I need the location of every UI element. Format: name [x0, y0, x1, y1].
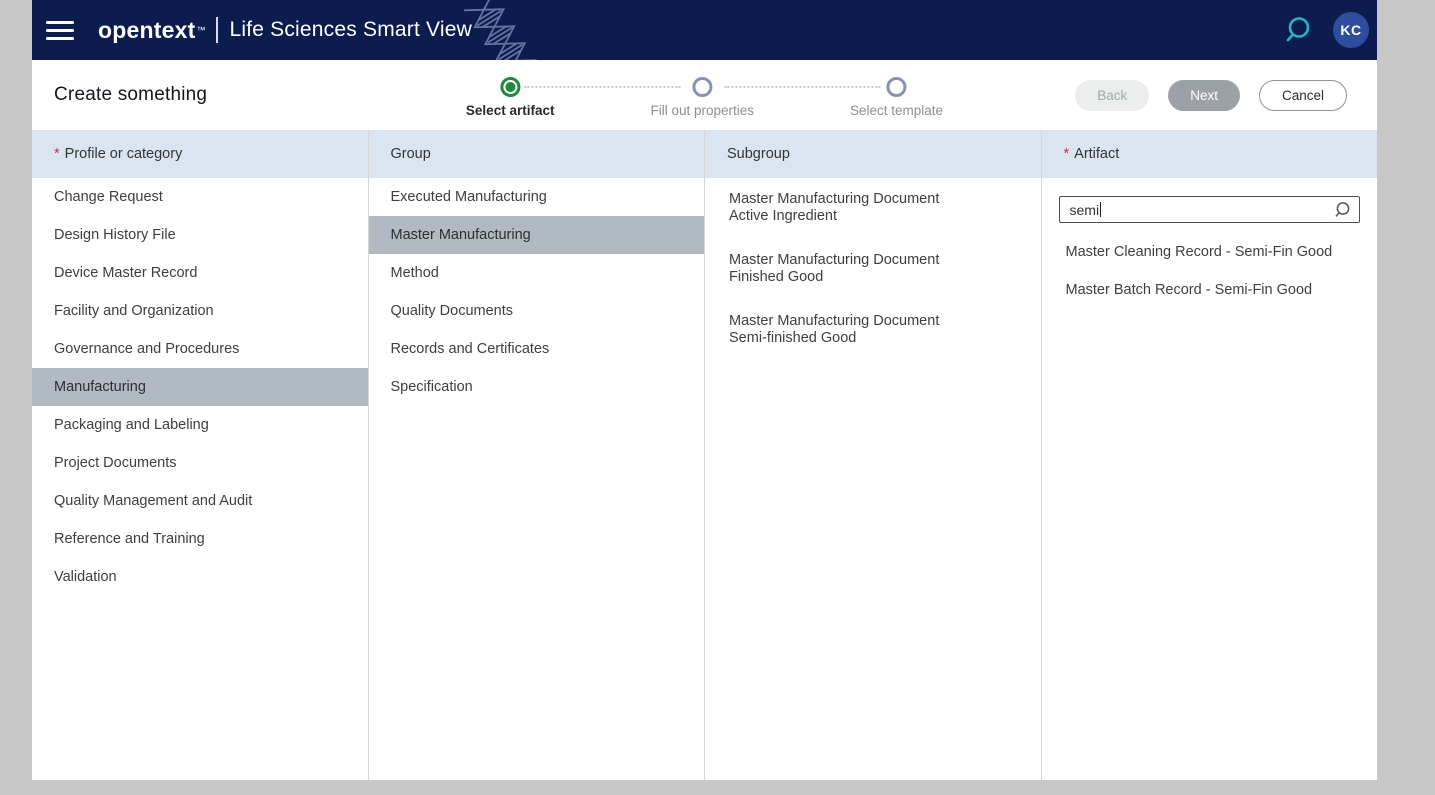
selection-columns: * Profile or category Change RequestDesi… — [32, 130, 1377, 780]
group-item[interactable]: Method — [369, 254, 705, 292]
logo-divider — [216, 17, 218, 43]
column-header-profile: * Profile or category — [32, 130, 368, 178]
group-item[interactable]: Executed Manufacturing — [369, 178, 705, 216]
column-group: Group Executed ManufacturingMaster Manuf… — [369, 130, 706, 780]
subgroup-item[interactable]: Master Manufacturing Document Semi-finis… — [705, 300, 965, 361]
page-background: opentext™ Life Sciences Smart View — [0, 0, 1435, 795]
profile-category-item[interactable]: Governance and Procedures — [32, 330, 368, 368]
menu-bar — [46, 37, 74, 40]
group-item[interactable]: Specification — [369, 368, 705, 406]
required-asterisk: * — [1064, 146, 1070, 162]
step-select-template: Select template — [850, 77, 943, 118]
profile-category-item[interactable]: Quality Management and Audit — [32, 482, 368, 520]
subgroup-item[interactable]: Master Manufacturing Document Active Ing… — [705, 178, 965, 239]
group-item[interactable]: Quality Documents — [369, 292, 705, 330]
step-label: Select template — [850, 103, 943, 118]
topbar-right: KC — [1281, 0, 1369, 60]
artifact-result-item[interactable]: Master Batch Record - Semi-Fin Good — [1059, 271, 1361, 309]
column-header-label: Group — [391, 146, 431, 162]
profile-category-item[interactable]: Change Request — [32, 178, 368, 216]
wizard-header: Create something Select artifact Fill ou… — [32, 60, 1377, 130]
step-circle-icon — [692, 77, 712, 97]
column-profile-or-category: * Profile or category Change RequestDesi… — [32, 130, 369, 780]
group-item[interactable]: Records and Certificates — [369, 330, 705, 368]
artifact-result-item[interactable]: Master Cleaning Record - Semi-Fin Good — [1059, 233, 1361, 271]
column-header-label: Subgroup — [727, 146, 790, 162]
menu-bar — [46, 21, 74, 24]
profile-category-item[interactable]: Reference and Training — [32, 520, 368, 558]
column-artifact: * Artifact semi Master Cl — [1042, 130, 1378, 780]
app-title: Life Sciences Smart View — [229, 18, 472, 42]
column-header-subgroup: Subgroup — [705, 130, 1041, 178]
step-circle-icon — [887, 77, 907, 97]
cancel-button[interactable]: Cancel — [1259, 80, 1347, 111]
subgroup-list: Master Manufacturing Document Active Ing… — [705, 178, 1041, 780]
artifact-search-input[interactable]: semi — [1059, 196, 1361, 223]
brand-name: opentext — [98, 17, 195, 44]
step-fill-out-properties: Fill out properties — [650, 77, 754, 118]
text-caret — [1100, 202, 1101, 217]
avatar[interactable]: KC — [1333, 12, 1369, 48]
artifact-search-value: semi — [1070, 202, 1100, 218]
group-item[interactable]: Master Manufacturing — [369, 216, 705, 254]
profile-category-item[interactable]: Packaging and Labeling — [32, 406, 368, 444]
profile-category-item[interactable]: Project Documents — [32, 444, 368, 482]
column-header-group: Group — [369, 130, 705, 178]
profile-category-item[interactable]: Device Master Record — [32, 254, 368, 292]
column-subgroup: Subgroup Master Manufacturing Document A… — [705, 130, 1042, 780]
artifact-results-list: Master Cleaning Record - Semi-Fin GoodMa… — [1059, 233, 1361, 309]
next-button[interactable]: Next — [1168, 80, 1240, 111]
back-button[interactable]: Back — [1075, 80, 1149, 111]
search-field-icon — [1334, 200, 1353, 219]
required-asterisk: * — [54, 146, 60, 162]
topbar: opentext™ Life Sciences Smart View — [32, 0, 1377, 60]
profile-category-item[interactable]: Manufacturing — [32, 368, 368, 406]
profile-category-item[interactable]: Facility and Organization — [32, 292, 368, 330]
step-select-artifact: Select artifact — [466, 77, 555, 118]
stepper: Select artifact Fill out properties Sele… — [466, 77, 943, 118]
trademark-symbol: ™ — [196, 25, 205, 35]
menu-bar — [46, 29, 74, 32]
page-title: Create something — [54, 84, 207, 106]
column-header-label: Artifact — [1074, 146, 1119, 162]
wizard-actions: Back Next Cancel — [1075, 80, 1347, 111]
profile-category-item[interactable]: Validation — [32, 558, 368, 596]
group-list: Executed ManufacturingMaster Manufacturi… — [369, 178, 705, 780]
step-label: Select artifact — [466, 103, 555, 118]
artifact-body: semi Master Cleaning Record - Semi-Fin G… — [1042, 178, 1378, 780]
subgroup-item[interactable]: Master Manufacturing Document Finished G… — [705, 239, 965, 300]
profile-list: Change RequestDesign History FileDevice … — [32, 178, 368, 780]
app-window: opentext™ Life Sciences Smart View — [32, 0, 1377, 780]
step-label: Fill out properties — [650, 103, 754, 118]
brand-logo: opentext™ Life Sciences Smart View — [98, 17, 472, 44]
menu-icon[interactable] — [46, 16, 74, 45]
search-icon[interactable] — [1281, 11, 1319, 49]
column-header-label: Profile or category — [65, 146, 183, 162]
column-header-artifact: * Artifact — [1042, 130, 1378, 178]
step-circle-active-icon — [500, 77, 520, 97]
profile-category-item[interactable]: Design History File — [32, 216, 368, 254]
